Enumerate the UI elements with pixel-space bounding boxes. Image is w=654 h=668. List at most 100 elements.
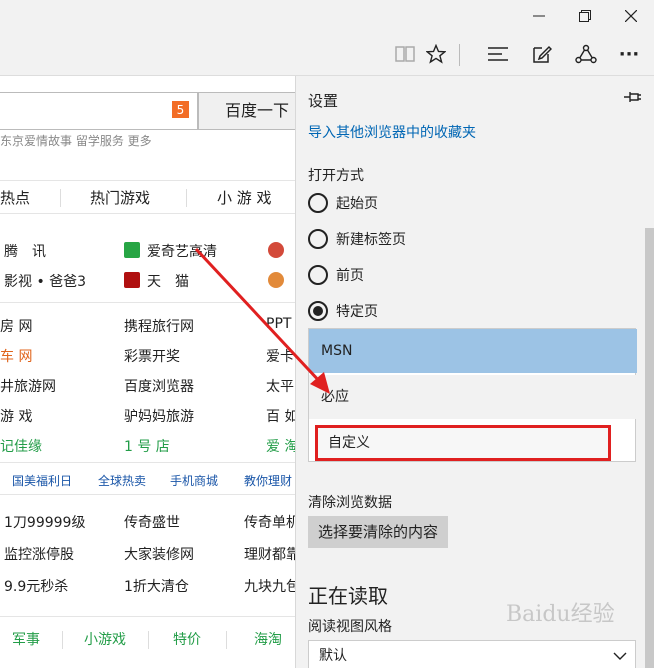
site-link[interactable]: 游 戏 — [0, 406, 32, 426]
settings-panel: 设置 导入其他浏览器中的收藏夹 打开方式 起始页 新建标签页 前页 特定页 MS… — [295, 76, 654, 668]
site-link[interactable]: 影视 • 爸爸3 — [4, 271, 86, 291]
site-link[interactable]: 1刀99999级 — [4, 512, 85, 532]
link-divider — [226, 631, 227, 649]
option-bing[interactable]: 必应 — [309, 375, 637, 419]
site-link[interactable]: 爱 淘 — [266, 436, 295, 456]
site-link[interactable]: 驴妈妈旅游 — [124, 406, 194, 426]
watermark: Baidu经验 — [506, 602, 615, 627]
share-icon — [575, 44, 597, 64]
settings-title: 设置 — [308, 92, 339, 110]
hub-button[interactable] — [481, 38, 515, 70]
iqiyi-icon — [124, 242, 140, 258]
tab-mini-games[interactable]: 小 游 戏 — [217, 187, 272, 208]
promo-link[interactable]: 手机商城 — [170, 472, 218, 489]
web-page: 5 百度一下 东京爱情故事 留学服务 更多 热点 热门游戏 小 游 戏 腾 讯 … — [0, 76, 295, 668]
web-note-icon — [533, 45, 552, 63]
web-note-button[interactable] — [525, 38, 559, 70]
site-link[interactable]: PPT — [266, 316, 291, 332]
tab-hot-games[interactable]: 热门游戏 — [90, 187, 150, 208]
site-link[interactable]: 彩票开奖 — [124, 346, 180, 366]
more-icon: ··· — [618, 43, 640, 65]
site-link[interactable]: 爱卡 — [266, 346, 294, 366]
share-button[interactable] — [569, 38, 603, 70]
radio-label: 特定页 — [336, 304, 378, 320]
site-link[interactable]: 爱奇艺高清 — [147, 241, 217, 261]
site-link[interactable]: 大家装修网 — [124, 544, 194, 564]
import-favorites-link[interactable]: 导入其他浏览器中的收藏夹 — [308, 122, 476, 142]
partial-link-strip[interactable]: 东京爱情故事 留学服务 更多 — [0, 132, 152, 149]
option-custom[interactable]: 自定义 — [315, 425, 611, 461]
site-link[interactable]: 百 如 — [266, 406, 295, 426]
close-button[interactable] — [608, 0, 654, 32]
site-link[interactable]: 房 网 — [0, 316, 32, 336]
reading-view-button[interactable] — [388, 38, 422, 70]
site-link[interactable]: 记佳缘 — [0, 436, 42, 456]
chevron-down-icon — [613, 652, 627, 660]
minimize-button[interactable] — [516, 0, 562, 32]
site-link[interactable]: 传奇单机 — [244, 512, 295, 532]
browser-toolbar: ··· — [0, 32, 654, 76]
site-link[interactable]: 1 号 店 — [124, 436, 170, 456]
scrollbar[interactable] — [645, 228, 654, 668]
reading-style-select[interactable]: 默认 — [308, 640, 636, 668]
search-button[interactable]: 百度一下 — [198, 92, 295, 130]
toolbar-divider — [459, 44, 460, 66]
site-link[interactable]: 9.9元秒杀 — [4, 576, 68, 596]
clear-data-label: 清除浏览数据 — [308, 495, 392, 511]
open-with-label: 打开方式 — [308, 168, 364, 184]
link-divider — [148, 631, 149, 649]
site-link[interactable]: 太平 — [266, 376, 294, 396]
radio-circle-checked — [308, 301, 328, 321]
tab-divider — [60, 189, 61, 207]
search-input[interactable] — [0, 92, 198, 130]
choose-clear-button[interactable]: 选择要清除的内容 — [308, 516, 448, 548]
radio-specific-page[interactable]: 特定页 — [308, 300, 378, 322]
radio-start-page[interactable]: 起始页 — [308, 192, 378, 214]
page-tabs: 热点 热门游戏 小 游 戏 — [0, 180, 295, 214]
site-link[interactable]: 腾 讯 — [4, 241, 46, 261]
divider — [0, 462, 295, 463]
link-divider — [62, 631, 63, 649]
radio-circle — [308, 193, 328, 213]
category-link[interactable]: 军事 — [12, 629, 40, 649]
site-link[interactable]: 天 猫 — [147, 271, 189, 291]
divider — [0, 616, 295, 617]
site-icon — [268, 242, 284, 258]
tab-hot[interactable]: 热点 — [0, 187, 30, 208]
favorite-button[interactable] — [419, 38, 453, 70]
category-link[interactable]: 小游戏 — [84, 629, 126, 649]
promo-link[interactable]: 国美福利日 — [12, 472, 72, 489]
more-button[interactable]: ··· — [612, 38, 646, 70]
pin-icon — [624, 92, 641, 102]
option-msn[interactable]: MSN — [309, 329, 637, 373]
page-dropdown-list: MSN 必应 自定义 — [308, 328, 637, 462]
site-link[interactable]: 传奇盛世 — [124, 512, 180, 532]
category-link[interactable]: 海淘 — [254, 629, 282, 649]
title-bar — [0, 0, 654, 32]
promo-link[interactable]: 教你理财 — [244, 472, 292, 489]
site-link[interactable]: 九块九包 — [244, 576, 295, 596]
category-link[interactable]: 特价 — [173, 629, 201, 649]
site-link[interactable]: 携程旅行网 — [124, 316, 194, 336]
promo-link[interactable]: 全球热卖 — [98, 472, 146, 489]
site-link[interactable]: 理财都靠 — [244, 544, 295, 564]
site-link[interactable]: 车 网 — [0, 346, 32, 366]
site-link[interactable]: 1折大清仓 — [124, 576, 189, 596]
restore-icon — [579, 10, 591, 22]
pin-button[interactable] — [622, 90, 644, 108]
radio-label: 起始页 — [336, 196, 378, 212]
site-link[interactable]: 井旅游网 — [0, 376, 56, 396]
tmall-icon — [124, 272, 140, 288]
site-link[interactable]: 监控涨停股 — [4, 544, 74, 564]
radio-label: 新建标签页 — [336, 232, 406, 248]
restore-button[interactable] — [562, 0, 608, 32]
radio-label: 前页 — [336, 268, 364, 284]
radio-previous-pages[interactable]: 前页 — [308, 264, 364, 286]
site-icon — [268, 272, 284, 288]
site-link[interactable]: 百度浏览器 — [124, 376, 194, 396]
tab-divider — [186, 189, 187, 207]
minimize-icon — [533, 15, 545, 17]
reading-section-title: 正在读取 — [308, 584, 388, 608]
radio-new-tab[interactable]: 新建标签页 — [308, 228, 406, 250]
close-icon — [625, 10, 637, 22]
